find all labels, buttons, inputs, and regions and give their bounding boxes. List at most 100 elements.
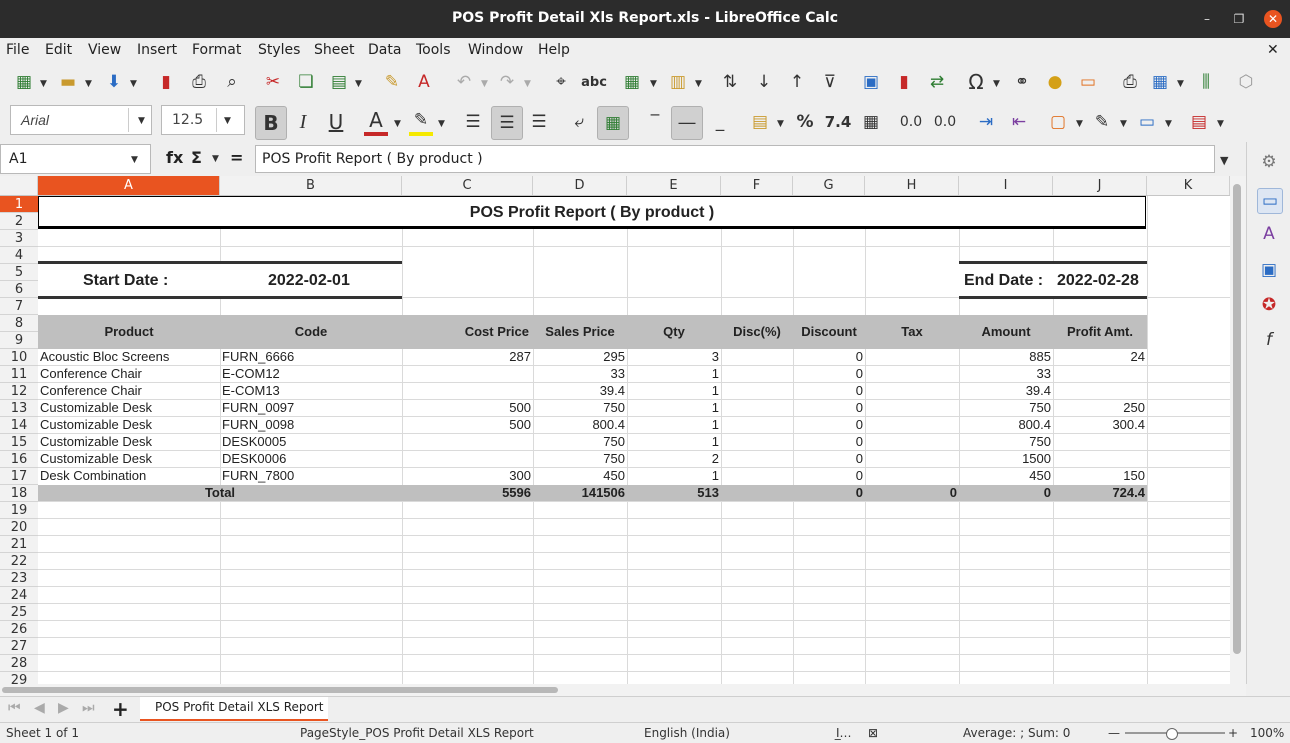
redo-icon[interactable]: ↷: [495, 70, 519, 94]
cell-tax[interactable]: [865, 433, 957, 450]
row-header-2[interactable]: 2: [0, 213, 38, 230]
row-header-15[interactable]: 15: [0, 434, 38, 451]
row-header-20[interactable]: 20: [0, 519, 38, 536]
cell-qty[interactable]: 2: [627, 450, 719, 467]
pivot-table-icon[interactable]: ⇄: [925, 70, 949, 94]
number-format-icon[interactable]: 7.4: [825, 110, 852, 134]
cell-qty[interactable]: 1: [627, 433, 719, 450]
cell-disc-percent[interactable]: [721, 399, 791, 416]
row-header-1[interactable]: 1: [0, 196, 38, 213]
add-sheet-button[interactable]: +: [112, 697, 129, 721]
col-header-g[interactable]: G: [793, 176, 865, 195]
col-header-c[interactable]: C: [402, 176, 533, 195]
paste-dropdown-icon[interactable]: ▼: [355, 79, 362, 89]
cell-code[interactable]: DESK0006: [222, 450, 400, 467]
italic-icon[interactable]: I: [291, 110, 315, 134]
cell-product[interactable]: Customizable Desk: [40, 416, 218, 433]
font-name-box[interactable]: Arial ▼: [10, 105, 152, 135]
align-right-icon[interactable]: ☰: [527, 110, 551, 134]
menu-file[interactable]: File: [6, 42, 29, 58]
cell-discount[interactable]: 0: [793, 416, 863, 433]
cell-cost-price[interactable]: 500: [402, 399, 531, 416]
zoom-out-icon[interactable]: —: [1108, 726, 1120, 740]
cut-icon[interactable]: ✂: [261, 70, 285, 94]
hyperlink-icon[interactable]: ⚭: [1010, 70, 1034, 94]
merge-center-icon[interactable]: ▦: [597, 106, 629, 140]
row-header-29[interactable]: 29: [0, 672, 38, 684]
menu-edit[interactable]: Edit: [45, 42, 72, 58]
row-header-14[interactable]: 14: [0, 417, 38, 434]
column-dropdown-icon[interactable]: ▼: [695, 79, 702, 89]
col-header-h[interactable]: H: [865, 176, 959, 195]
borders-dropdown-icon[interactable]: ▼: [1076, 119, 1083, 129]
bold-icon[interactable]: B: [255, 106, 287, 140]
row-header-27[interactable]: 27: [0, 638, 38, 655]
new-document-icon[interactable]: ▦: [12, 70, 36, 94]
cell-tax[interactable]: [865, 450, 957, 467]
cell-discount[interactable]: 0: [793, 382, 863, 399]
cell-cost-price[interactable]: [402, 365, 531, 382]
total-sales[interactable]: 141506: [533, 484, 625, 501]
sidebar-functions-icon[interactable]: f: [1257, 328, 1281, 352]
row-header-24[interactable]: 24: [0, 587, 38, 604]
comment-icon[interactable]: ●: [1043, 70, 1067, 94]
row-header-28[interactable]: 28: [0, 655, 38, 672]
print-icon[interactable]: ⎙: [187, 70, 211, 94]
align-left-icon[interactable]: ☰: [461, 110, 485, 134]
cell-discount[interactable]: 0: [793, 348, 863, 365]
font-name-dropdown-icon[interactable]: ▼: [138, 116, 145, 126]
align-center-icon[interactable]: ☰: [491, 106, 523, 140]
cell-sales-price[interactable]: 800.4: [533, 416, 625, 433]
cell-product[interactable]: Desk Combination: [40, 467, 218, 484]
last-sheet-icon[interactable]: ⏭: [82, 700, 95, 716]
underline-icon[interactable]: U: [324, 110, 348, 134]
name-box[interactable]: A1 ▼: [0, 144, 151, 174]
border-style-icon[interactable]: ✎: [1090, 110, 1114, 134]
cell-cost-price[interactable]: 287: [402, 348, 531, 365]
cell-sales-price[interactable]: 33: [533, 365, 625, 382]
next-sheet-icon[interactable]: ▶: [58, 700, 69, 716]
cell-discount[interactable]: 0: [793, 365, 863, 382]
row-header-21[interactable]: 21: [0, 536, 38, 553]
cell-sales-price[interactable]: 750: [533, 450, 625, 467]
cell-product[interactable]: Customizable Desk: [40, 450, 218, 467]
new-dropdown-icon[interactable]: ▼: [40, 79, 47, 89]
row-header-17[interactable]: 17: [0, 468, 38, 485]
sort-icon[interactable]: ⇅: [718, 70, 742, 94]
define-print-area-icon[interactable]: ⎙: [1118, 70, 1142, 94]
col-header-a[interactable]: A: [38, 176, 220, 195]
col-header-f[interactable]: F: [721, 176, 793, 195]
row-header-16[interactable]: 16: [0, 451, 38, 468]
first-sheet-icon[interactable]: ⏮: [8, 700, 21, 716]
font-color-dropdown-icon[interactable]: ▼: [394, 119, 401, 129]
prev-sheet-icon[interactable]: ◀: [34, 700, 45, 716]
cell-qty[interactable]: 1: [627, 399, 719, 416]
cell-product[interactable]: Conference Chair: [40, 365, 218, 382]
vertical-scroll-thumb[interactable]: [1233, 184, 1241, 654]
undo-dropdown-icon[interactable]: ▼: [481, 79, 488, 89]
cell-amount[interactable]: 33: [959, 365, 1051, 382]
menu-data[interactable]: Data: [368, 42, 401, 58]
add-decimal-icon[interactable]: 0.0: [899, 110, 923, 134]
row-header-19[interactable]: 19: [0, 502, 38, 519]
freeze-rows-icon[interactable]: ▦: [1148, 70, 1172, 94]
header-profit-amt[interactable]: Profit Amt.: [1053, 323, 1147, 340]
font-size-box[interactable]: 12.5 ▼: [161, 105, 245, 135]
col-header-e[interactable]: E: [627, 176, 721, 195]
border-color-dropdown-icon[interactable]: ▼: [1165, 119, 1172, 129]
insert-chart-icon[interactable]: ▮: [892, 70, 916, 94]
total-tax[interactable]: 0: [865, 484, 957, 501]
cell-profit-amt[interactable]: 150: [1053, 467, 1145, 484]
delete-decimal-icon[interactable]: 0.0: [933, 110, 957, 134]
cell-profit-amt[interactable]: [1053, 450, 1145, 467]
cell-discount[interactable]: 0: [793, 399, 863, 416]
cell-tax[interactable]: [865, 416, 957, 433]
save-icon[interactable]: ⬇: [102, 70, 126, 94]
cell-disc-percent[interactable]: [721, 416, 791, 433]
menu-styles[interactable]: Styles: [258, 42, 300, 58]
cell-code[interactable]: DESK0005: [222, 433, 400, 450]
menu-format[interactable]: Format: [192, 42, 241, 58]
cell-cost-price[interactable]: [402, 433, 531, 450]
row-header-6[interactable]: 6: [0, 281, 38, 298]
cell-tax[interactable]: [865, 348, 957, 365]
